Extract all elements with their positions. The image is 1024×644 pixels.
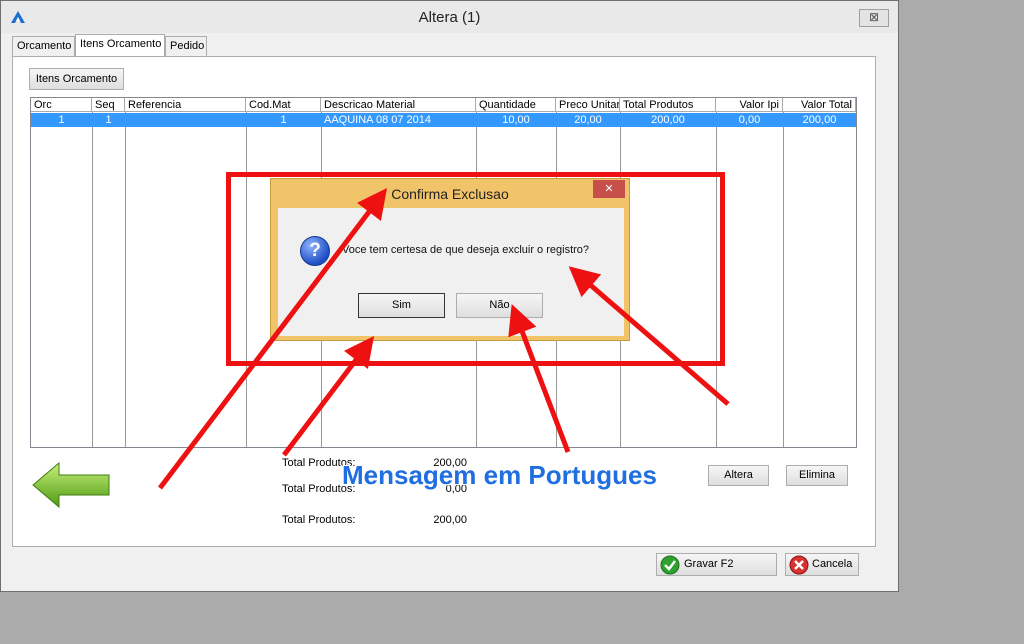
annotation-arrows [158,188,730,490]
arrow-to-no-button [508,303,571,453]
arrow-to-message [568,266,730,406]
arrow-to-title [158,188,388,490]
arrow-to-dialog [282,336,375,457]
annotation-label: Mensagem em Portugues [342,460,657,490]
